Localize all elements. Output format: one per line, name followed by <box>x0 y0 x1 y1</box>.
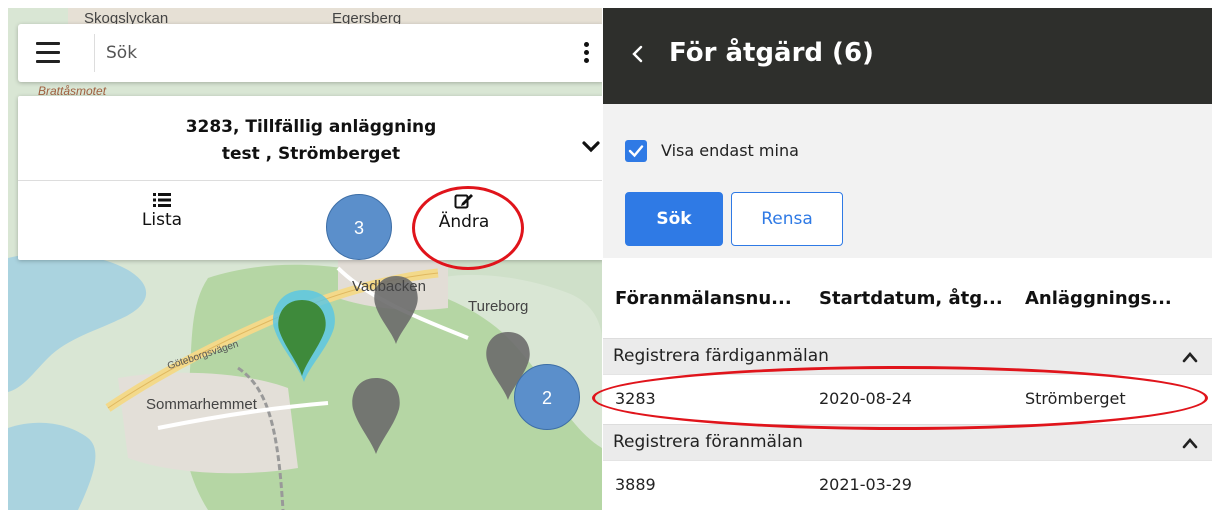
only-mine-checkbox[interactable] <box>625 140 647 162</box>
chevron-left-icon[interactable] <box>627 42 647 66</box>
cell-start-date: 2020-08-24 <box>819 389 912 408</box>
search-input[interactable] <box>106 36 546 70</box>
map-view[interactable]: Skogslyckan Egersberg Brattåsmotet Vadba… <box>8 8 602 510</box>
list-button-label: Lista <box>141 210 183 230</box>
chevron-up-icon[interactable] <box>1182 437 1198 449</box>
feature-title: 3283, Tillfällig anläggning test , Ström… <box>18 114 602 168</box>
check-icon <box>628 145 644 158</box>
group-title: Registrera föranmälan <box>613 432 803 452</box>
cell-start-date: 2021-03-29 <box>819 475 912 494</box>
column-header[interactable]: Startdatum, åtg... <box>819 288 1003 309</box>
chevron-down-icon[interactable] <box>582 140 600 154</box>
column-header[interactable]: Föranmälansnu... <box>615 288 792 309</box>
edit-button[interactable]: Ändra <box>404 192 524 232</box>
cell-number: 3889 <box>615 475 656 494</box>
list-icon <box>153 193 171 207</box>
table-row[interactable]: 3889 2021-03-29 <box>603 460 1212 508</box>
map-search-bar <box>18 24 602 82</box>
map-label: Vadbacken <box>352 278 426 295</box>
chevron-up-icon[interactable] <box>1182 351 1198 363</box>
list-button[interactable]: Lista <box>102 192 222 230</box>
map-label: Sommarhemmet <box>146 396 257 413</box>
page-title: För åtgärd (6) <box>669 38 874 68</box>
panel-header: För åtgärd (6) <box>603 8 1212 104</box>
table-header: Föranmälansnu... Startdatum, åtg... Anlä… <box>603 258 1212 338</box>
table-row[interactable]: 3283 2020-08-24 Strömberget <box>603 374 1212 422</box>
group-header[interactable]: Registrera föranmälan <box>603 424 1212 460</box>
edit-button-label: Ändra <box>438 212 490 232</box>
feature-title-line1: 3283, Tillfällig anläggning <box>185 117 437 137</box>
cell-number: 3283 <box>615 389 656 408</box>
callout-marker: 2 <box>514 364 580 430</box>
results-table: Föranmälansnu... Startdatum, åtg... Anlä… <box>603 258 1212 510</box>
column-header[interactable]: Anläggnings... <box>1025 288 1172 309</box>
group-title: Registrera färdiganmälan <box>613 346 829 366</box>
feature-info-card: 3283, Tillfällig anläggning test , Ström… <box>18 96 602 260</box>
action-panel: För åtgärd (6) Visa endast mina Sök Rens… <box>603 8 1212 510</box>
edit-icon <box>454 194 473 209</box>
cell-facility: Strömberget <box>1025 389 1126 408</box>
divider <box>94 34 95 72</box>
group-header[interactable]: Registrera färdiganmälan <box>603 338 1212 374</box>
map-label: Tureborg <box>468 298 529 315</box>
hamburger-icon[interactable] <box>36 42 60 64</box>
only-mine-label: Visa endast mina <box>661 141 799 160</box>
more-vertical-icon[interactable] <box>584 42 590 64</box>
feature-title-line2: test , Strömberget <box>221 144 401 164</box>
clear-button[interactable]: Rensa <box>731 192 843 246</box>
callout-marker: 3 <box>326 194 392 260</box>
divider <box>18 180 602 181</box>
search-button[interactable]: Sök <box>625 192 723 246</box>
